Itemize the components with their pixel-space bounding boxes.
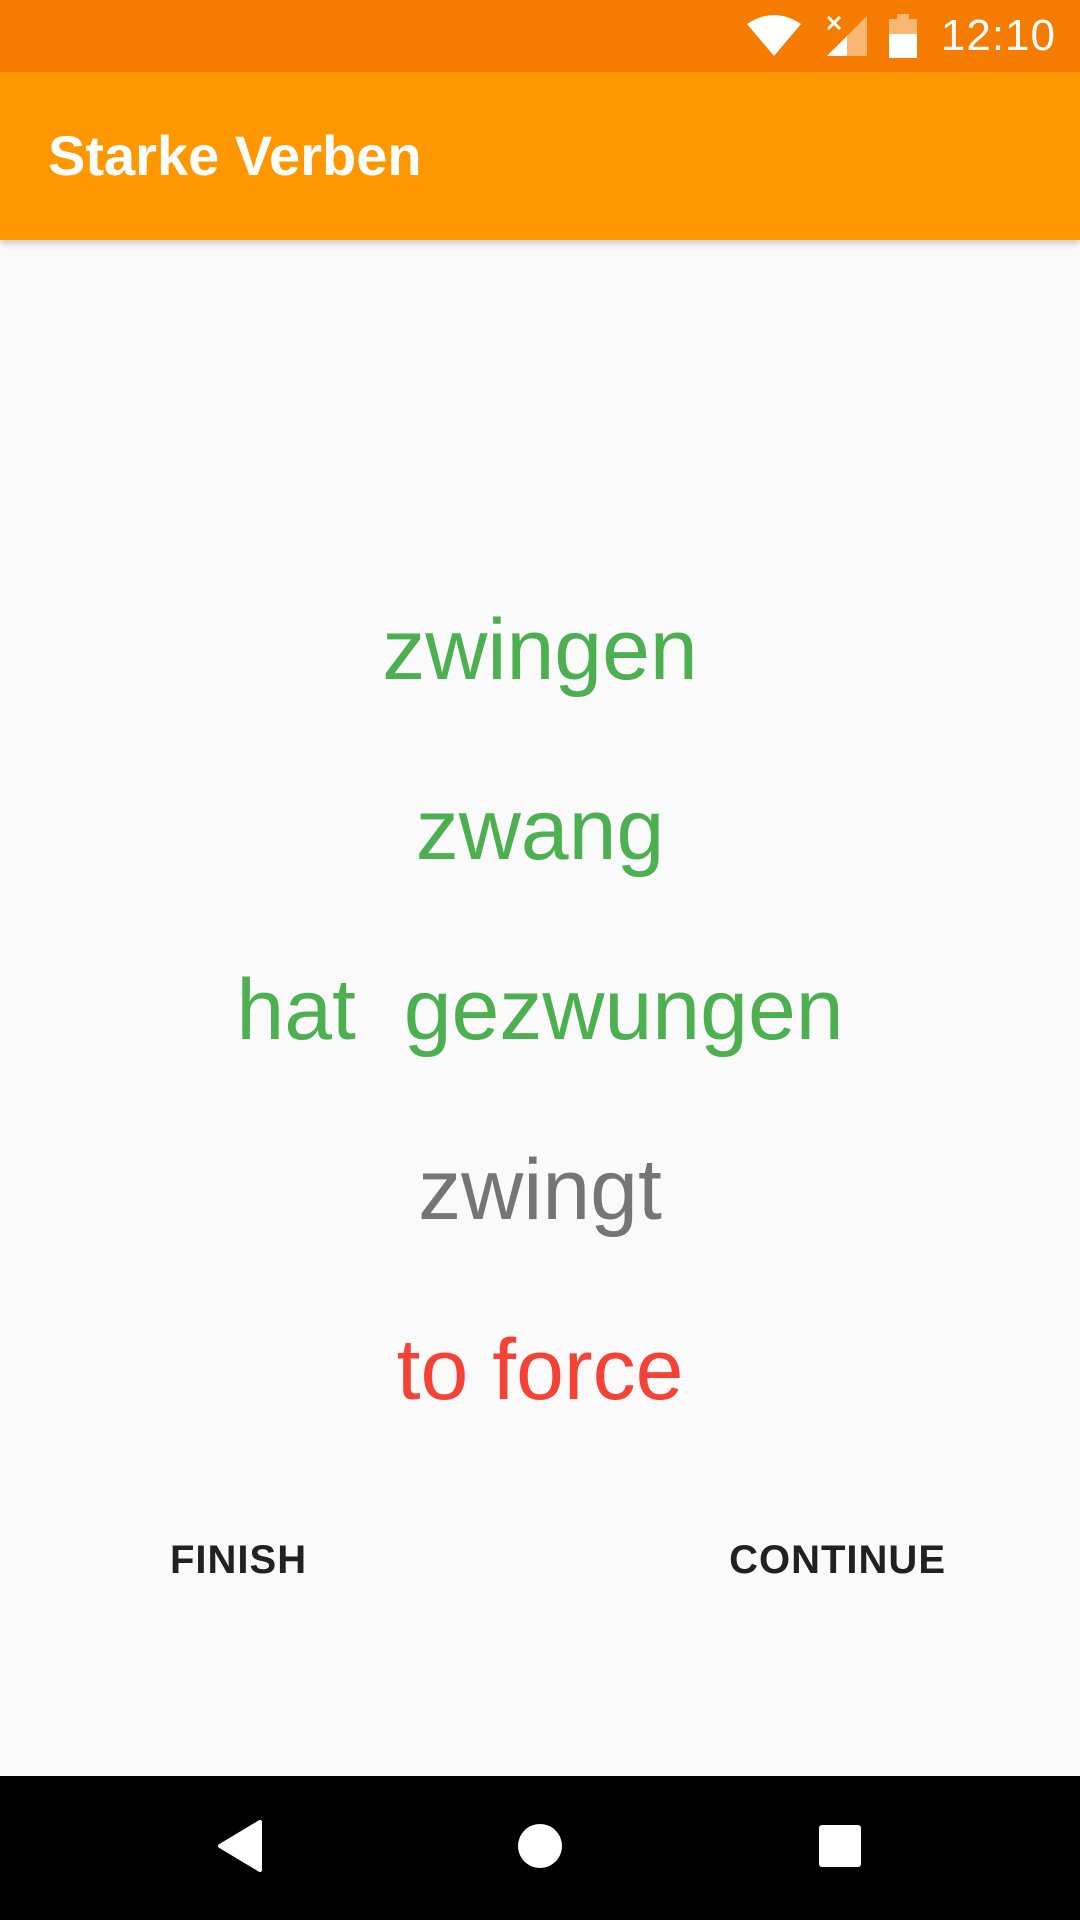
battery-icon xyxy=(888,14,917,58)
home-icon xyxy=(516,1822,564,1875)
navigation-bar xyxy=(0,1776,1080,1920)
wifi-icon xyxy=(745,14,803,58)
recents-button[interactable] xyxy=(750,1776,930,1920)
finish-button[interactable]: FINISH xyxy=(146,1524,331,1596)
back-icon xyxy=(216,1819,264,1877)
verb-praeteritum: zwang xyxy=(415,782,665,878)
app-bar: Starke Verben xyxy=(0,72,1080,240)
verb-infinitive: zwingen xyxy=(382,602,698,698)
back-button[interactable] xyxy=(150,1776,330,1920)
continue-button[interactable]: CONTINUE xyxy=(705,1524,970,1596)
verb-card: zwingen zwang hat gezwungen zwingt to fo… xyxy=(0,240,1080,1776)
verb-present-third-person: zwingt xyxy=(418,1142,662,1238)
home-button[interactable] xyxy=(450,1776,630,1920)
recents-icon xyxy=(818,1824,862,1873)
page-title: Starke Verben xyxy=(48,124,422,187)
verb-perfekt: hat gezwungen xyxy=(236,962,844,1058)
cellular-no-signal-icon xyxy=(823,14,869,58)
clock: 12:10 xyxy=(940,11,1056,60)
status-icons: 12:10 xyxy=(725,0,1056,72)
verb-translation: to force xyxy=(396,1322,684,1418)
status-bar: 12:10 xyxy=(0,0,1080,72)
